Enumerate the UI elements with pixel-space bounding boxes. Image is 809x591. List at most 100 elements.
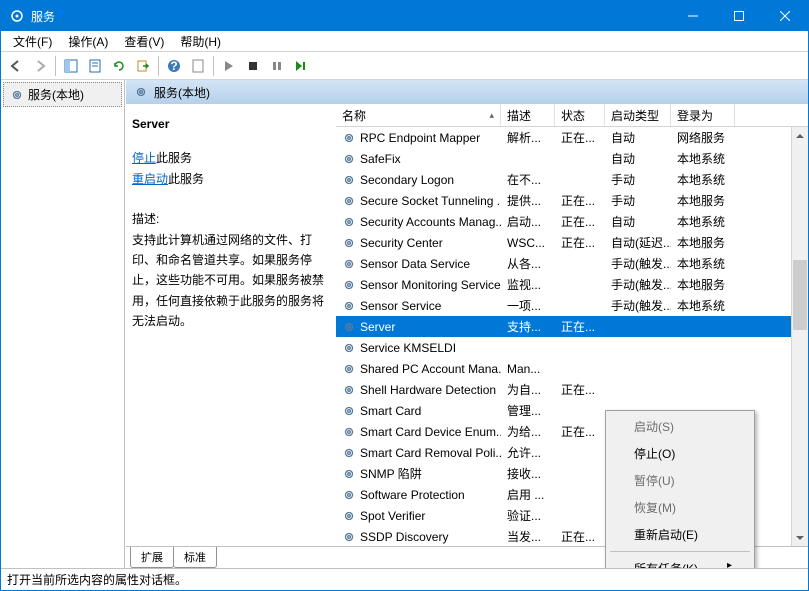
close-button[interactable]	[762, 1, 808, 31]
tab-extended[interactable]: 扩展	[130, 547, 174, 568]
service-row[interactable]: RPC Endpoint Mapper解析...正在...自动网络服务	[336, 127, 808, 148]
cell-name: Smart Card	[336, 404, 501, 418]
cell-start: 自动	[605, 129, 671, 146]
scroll-track[interactable]	[792, 144, 808, 529]
vertical-scrollbar[interactable]	[791, 127, 808, 546]
service-row[interactable]: Sensor Data Service从各...手动(触发...本地系统	[336, 253, 808, 274]
maximize-button[interactable]	[716, 1, 762, 31]
stop-link[interactable]: 停止	[132, 151, 156, 165]
cell-logon: 本地系统	[671, 255, 735, 272]
col-header-desc[interactable]: 描述	[501, 104, 555, 126]
cell-name: SSDP Discovery	[336, 530, 501, 544]
window-controls	[670, 1, 808, 31]
gear-icon	[342, 278, 356, 292]
right-header-title: 服务(本地)	[154, 84, 210, 101]
gear-icon	[342, 236, 356, 250]
cell-name: Spot Verifier	[336, 509, 501, 523]
service-row[interactable]: Security Accounts Manag...启动...正在...自动本地…	[336, 211, 808, 232]
service-row[interactable]: Server支持...正在...	[336, 316, 808, 337]
restart-service-button[interactable]	[290, 55, 312, 77]
service-row[interactable]: Sensor Monitoring Service监视...手动(触发...本地…	[336, 274, 808, 295]
menu-bar: 文件(F) 操作(A) 查看(V) 帮助(H)	[1, 31, 808, 52]
menu-help[interactable]: 帮助(H)	[172, 31, 229, 52]
cell-status: 正在...	[555, 129, 605, 146]
cell-desc: Man...	[501, 362, 555, 376]
cell-desc: 管理...	[501, 402, 555, 419]
cell-desc: WSC...	[501, 236, 555, 250]
cell-logon: 本地服务	[671, 234, 735, 251]
scroll-down-button[interactable]	[792, 529, 808, 546]
refresh-button[interactable]	[108, 55, 130, 77]
properties-button[interactable]	[84, 55, 106, 77]
gear-icon	[342, 425, 356, 439]
cell-logon: 本地系统	[671, 213, 735, 230]
export-button[interactable]	[132, 55, 154, 77]
description-label: 描述:	[132, 209, 326, 229]
service-row[interactable]: Secure Socket Tunneling ...提供...正在...手动本…	[336, 190, 808, 211]
cell-status: 正在...	[555, 213, 605, 230]
gear-icon	[342, 467, 356, 481]
menu-file[interactable]: 文件(F)	[5, 31, 60, 52]
back-button[interactable]	[5, 55, 27, 77]
cell-desc: 为给...	[501, 423, 555, 440]
cell-logon: 本地系统	[671, 150, 735, 167]
stop-service-button[interactable]	[242, 55, 264, 77]
service-row[interactable]: Security CenterWSC...正在...自动(延迟...本地服务	[336, 232, 808, 253]
show-hide-tree-button[interactable]	[60, 55, 82, 77]
gear-icon	[342, 530, 356, 544]
gear-icon	[342, 509, 356, 523]
service-row[interactable]: Sensor Service一项...手动(触发...本地系统	[336, 295, 808, 316]
cell-name: Sensor Service	[336, 299, 501, 313]
tab-standard[interactable]: 标准	[173, 547, 217, 568]
gear-icon	[342, 299, 356, 313]
menu-action[interactable]: 操作(A)	[60, 31, 116, 52]
cm-stop[interactable]: 停止(O)	[608, 440, 752, 467]
cell-start: 自动	[605, 150, 671, 167]
title-bar: 服务	[1, 1, 808, 31]
contents-button[interactable]	[187, 55, 209, 77]
tree-root-item[interactable]: 服务(本地)	[3, 82, 122, 107]
cell-desc: 在不...	[501, 171, 555, 188]
minimize-button[interactable]	[670, 1, 716, 31]
service-row[interactable]: SafeFix自动本地系统	[336, 148, 808, 169]
start-service-button[interactable]	[218, 55, 240, 77]
service-row[interactable]: Secondary Logon在不...手动本地系统	[336, 169, 808, 190]
service-row[interactable]: Shared PC Account Mana...Man...	[336, 358, 808, 379]
gear-icon	[342, 404, 356, 418]
restart-link[interactable]: 重启动	[132, 172, 168, 186]
col-header-name[interactable]: 名称▴	[336, 104, 501, 126]
service-row[interactable]: Shell Hardware Detection为自...正在...	[336, 379, 808, 400]
window-title: 服务	[31, 8, 670, 25]
gear-icon	[342, 320, 356, 334]
cell-name: Secure Socket Tunneling ...	[336, 194, 501, 208]
help-button[interactable]: ?	[163, 55, 185, 77]
col-header-start[interactable]: 启动类型	[605, 104, 671, 126]
col-header-logon[interactable]: 登录为	[671, 104, 735, 126]
col-header-status[interactable]: 状态	[555, 104, 605, 126]
services-icon	[9, 8, 25, 24]
cell-status: 正在...	[555, 318, 605, 335]
service-row[interactable]: Service KMSELDI	[336, 337, 808, 358]
forward-button[interactable]	[29, 55, 51, 77]
gear-icon	[342, 131, 356, 145]
cell-desc: 验证...	[501, 507, 555, 524]
cm-resume: 恢复(M)	[608, 494, 752, 521]
gear-icon	[10, 88, 24, 102]
context-menu: 启动(S) 停止(O) 暂停(U) 恢复(M) 重新启动(E) 所有任务(K) …	[605, 410, 755, 568]
gear-icon	[134, 85, 148, 99]
cm-restart[interactable]: 重新启动(E)	[608, 521, 752, 548]
gear-icon	[342, 194, 356, 208]
cell-start: 自动(延迟...	[605, 234, 671, 251]
cell-logon: 本地系统	[671, 171, 735, 188]
detail-pane: Server 停止此服务 重启动此服务 描述: 支持此计算机通过网络的文件、打印…	[126, 104, 336, 546]
scroll-up-button[interactable]	[792, 127, 808, 144]
scroll-thumb[interactable]	[793, 260, 807, 330]
cell-logon: 本地服务	[671, 192, 735, 209]
status-text: 打开当前所选内容的属性对话框。	[7, 571, 187, 588]
cm-all-tasks[interactable]: 所有任务(K)	[608, 555, 752, 568]
gear-icon	[342, 215, 356, 229]
pause-service-button[interactable]	[266, 55, 288, 77]
cell-desc: 一项...	[501, 297, 555, 314]
cell-name: Smart Card Device Enum...	[336, 425, 501, 439]
menu-view[interactable]: 查看(V)	[116, 31, 172, 52]
